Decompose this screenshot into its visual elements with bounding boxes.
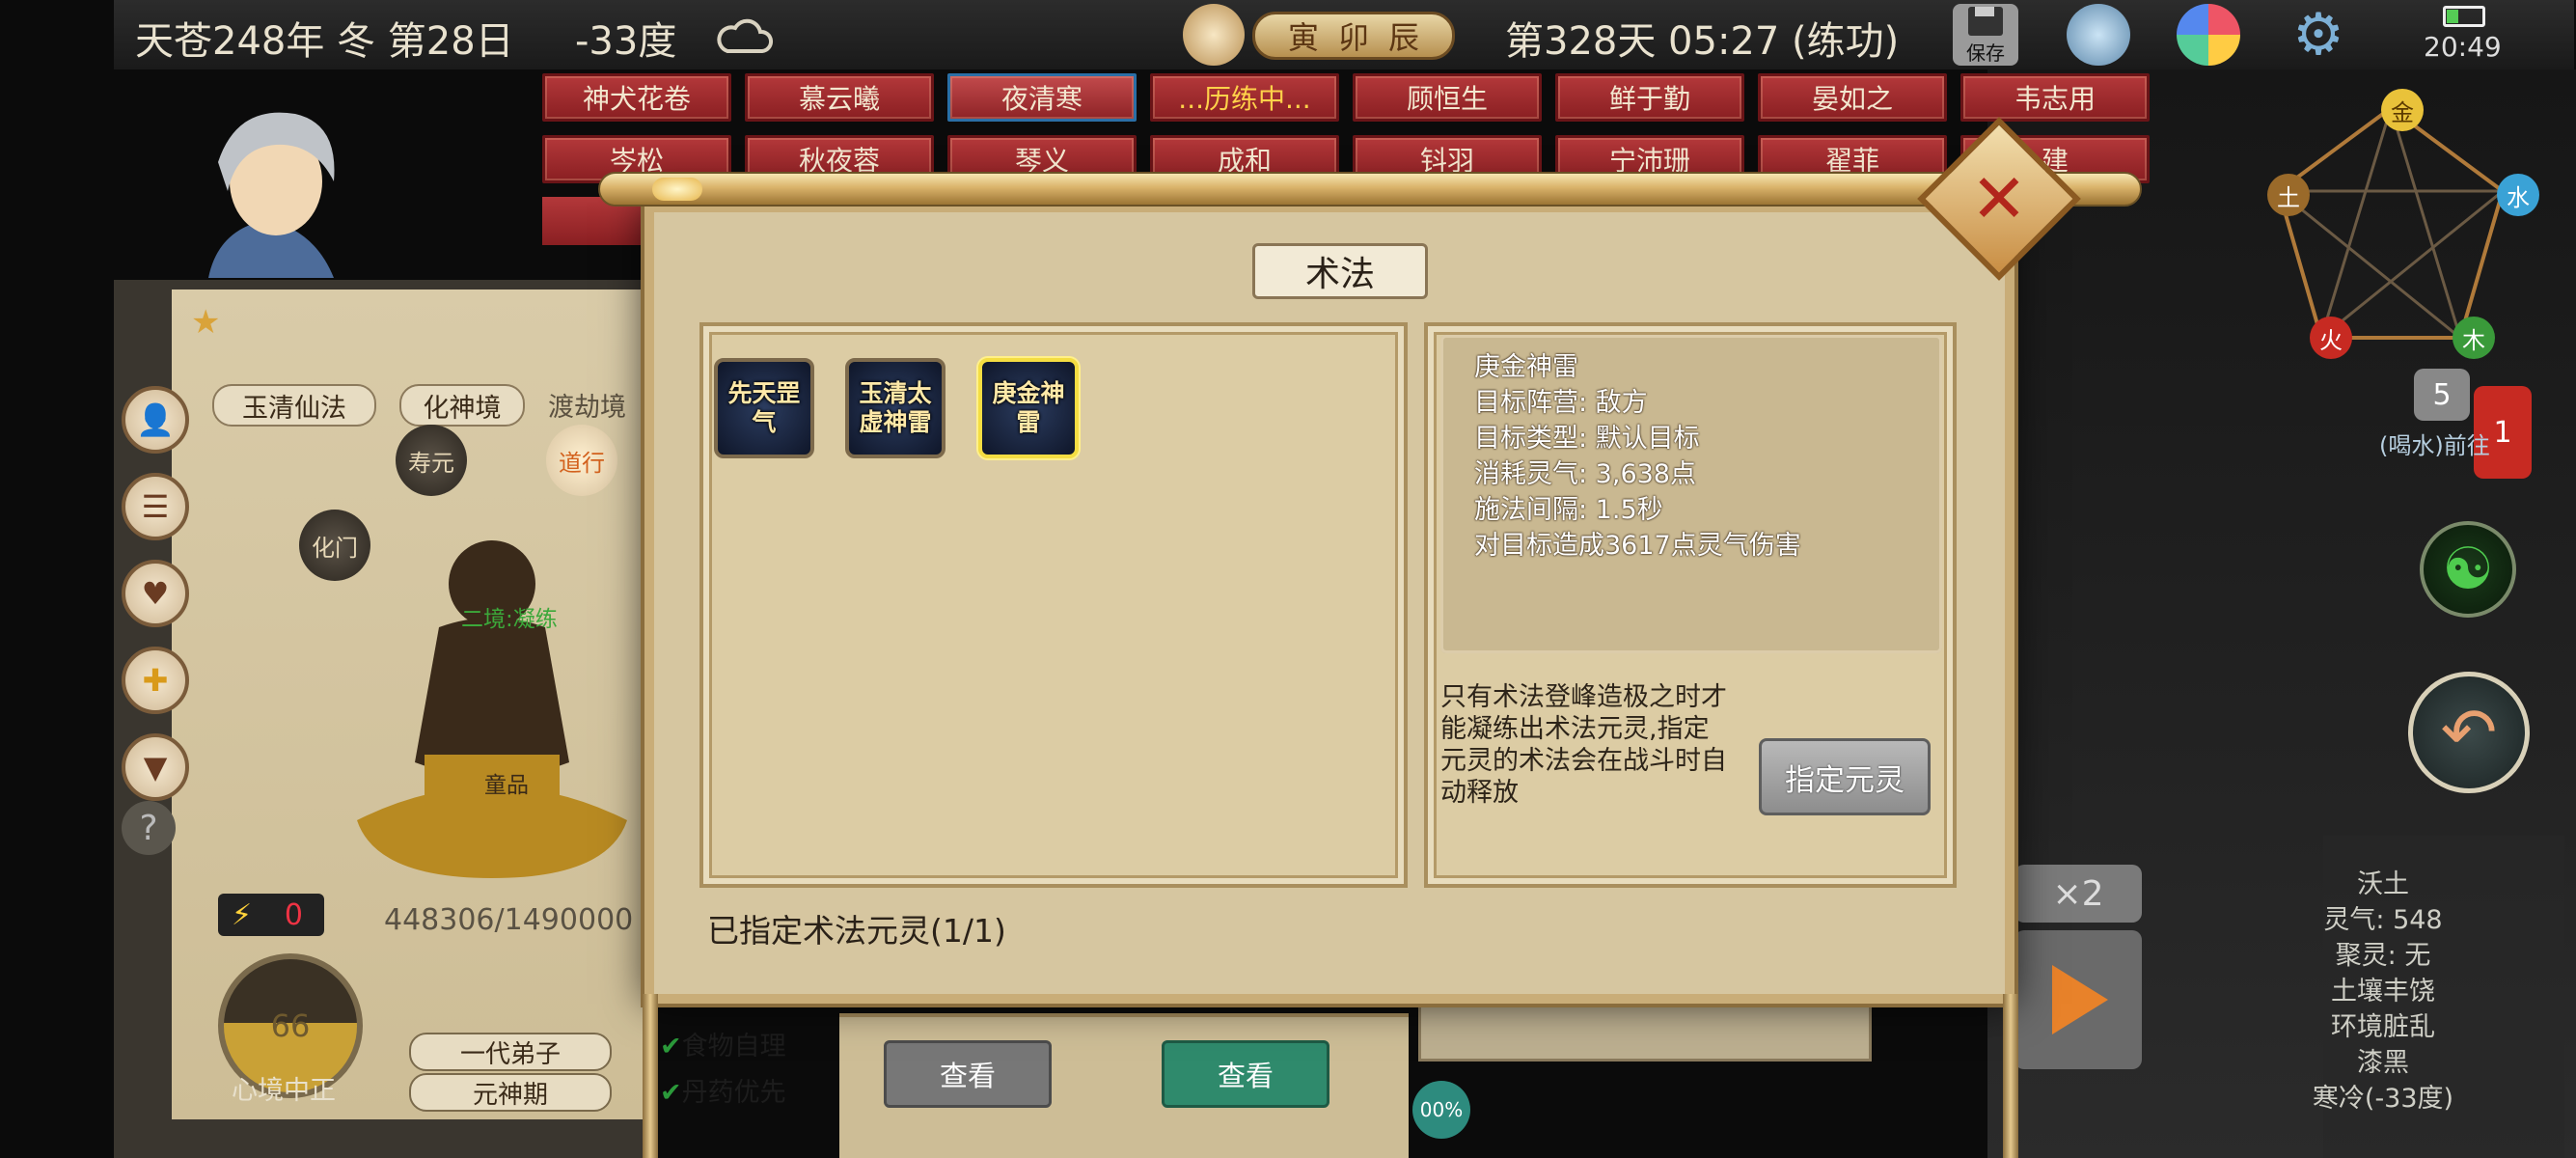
tile-info: 漆黑 bbox=[2357, 1048, 2409, 1078]
day-time: 第328天 05:27 (练功) bbox=[1505, 19, 1900, 64]
stage-label: 二境:凝练 bbox=[461, 607, 558, 632]
close-icon[interactable]: ✕ bbox=[1941, 141, 2057, 257]
skill-interval: 施法间隔: 1.5秒 bbox=[1474, 495, 1663, 525]
element-earth[interactable]: 土 bbox=[2267, 174, 2310, 216]
tile-info: 灵气: 548 bbox=[2323, 905, 2443, 935]
assign-spirit-button[interactable]: 指定元灵 bbox=[1759, 738, 1931, 815]
progress-badge: 00% bbox=[1412, 1081, 1470, 1139]
disciple-tab[interactable]: 韦志用 bbox=[1960, 73, 2150, 122]
heart-icon[interactable]: ♥ bbox=[122, 560, 189, 627]
element-fire[interactable]: 火 bbox=[2310, 317, 2352, 359]
gear-icon[interactable]: ⚙ bbox=[2287, 1, 2350, 69]
assigned-status: 已指定术法元灵(1/1) bbox=[707, 912, 1006, 950]
map-icon[interactable] bbox=[2067, 4, 2130, 66]
rank-badge: 一代弟子 bbox=[409, 1033, 612, 1071]
food-option-label: 食物自理 bbox=[681, 1032, 786, 1062]
cloud-icon bbox=[712, 12, 776, 60]
help-icon[interactable]: ? bbox=[122, 801, 176, 855]
disciple-tab[interactable]: 晏如之 bbox=[1758, 73, 1947, 122]
core-label: 童品 bbox=[484, 773, 529, 798]
tile-info: 土壤丰饶 bbox=[2331, 977, 2435, 1006]
task-text: (喝水)前往 bbox=[2379, 432, 2490, 459]
lightning-icon: ⚡ bbox=[232, 897, 253, 932]
floppy-icon bbox=[1968, 6, 2003, 36]
lightning-counter: ⚡ 0 bbox=[218, 894, 324, 936]
disciple-tab[interactable]: 慕云曦 bbox=[745, 73, 934, 122]
palette-icon[interactable] bbox=[2177, 4, 2240, 66]
mood-label: 心境中正 bbox=[232, 1076, 336, 1106]
tile-info: 聚灵: 无 bbox=[2335, 941, 2431, 971]
back-icon[interactable]: ↶ bbox=[2408, 672, 2530, 793]
disciple-tab[interactable]: 顾恒生 bbox=[1353, 73, 1542, 122]
terrain: 沃土 bbox=[2357, 869, 2409, 899]
spirit-note: 只有术法登峰造极之时才能凝练出术法元灵,指定元灵的术法会在战斗时自动释放 bbox=[1440, 682, 1727, 808]
lightning-count: 0 bbox=[284, 897, 303, 932]
skill-name: 庚金神雷 bbox=[1474, 352, 1578, 382]
play-icon bbox=[2052, 965, 2108, 1034]
pill-option-label: 丹药优先 bbox=[681, 1078, 786, 1108]
check-icon: ✔ bbox=[660, 1032, 682, 1062]
scroll-knob bbox=[652, 178, 702, 201]
play-button[interactable] bbox=[2014, 930, 2142, 1069]
disciple-tab[interactable]: 鲜于勤 bbox=[1555, 73, 1744, 122]
disciple-tabs-row1: 神犬花卷 慕云曦 夜清寒 ...历练中... 顾恒生 鲜于勤 晏如之 韦志用 bbox=[542, 73, 2150, 122]
disciple-tab[interactable]: 神犬花卷 bbox=[542, 73, 731, 122]
modal-title: 术法 bbox=[1252, 243, 1428, 299]
character-portrait[interactable] bbox=[170, 95, 401, 278]
clock: 20:49 bbox=[2424, 31, 2502, 63]
yinyang-icon[interactable]: ☯ bbox=[2420, 521, 2516, 618]
save-button[interactable]: 保存 bbox=[1953, 4, 2018, 66]
plus-icon[interactable]: ✚ bbox=[122, 647, 189, 714]
view-button-green[interactable]: 查看 bbox=[1162, 1040, 1329, 1108]
next-realm: 渡劫境 bbox=[548, 393, 626, 423]
food-option[interactable]: ✔食物自理 bbox=[660, 1025, 786, 1062]
branch-1: 寅 bbox=[1287, 19, 1319, 56]
scroll-rod bbox=[598, 172, 2142, 207]
tile-info: 寒冷(-33度) bbox=[2312, 1084, 2454, 1114]
scroll-tassel-right bbox=[2003, 994, 2018, 1158]
skill-icon[interactable]: 玉清太虚神雷 bbox=[845, 358, 945, 458]
branch-3: 辰 bbox=[1387, 19, 1419, 56]
speed-button[interactable]: ×2 bbox=[2014, 865, 2142, 923]
disciple-tab-training[interactable]: ...历练中... bbox=[1150, 73, 1339, 122]
game-screen: 天苍248年 冬 第28日 -33度 寅 卯 辰 第328天 05:27 (练功… bbox=[0, 0, 2576, 1158]
period-badge: 元神期 bbox=[409, 1073, 612, 1112]
cultivation-progress: 448306/1490000 bbox=[384, 903, 634, 937]
tile-info: 环境脏乱 bbox=[2331, 1012, 2435, 1042]
game-date: 天苍248年 冬 第28日 bbox=[135, 19, 514, 64]
lifespan-node[interactable]: 寿元 bbox=[396, 425, 467, 496]
bottom-slot bbox=[1418, 1004, 1872, 1062]
message-count[interactable]: 5 bbox=[2414, 369, 2470, 421]
sect-badge[interactable]: 玉清仙法 bbox=[212, 384, 376, 427]
branch-2: 卯 bbox=[1337, 19, 1369, 56]
element-metal[interactable]: 金 bbox=[2381, 89, 2424, 131]
meditation-silhouette bbox=[347, 540, 637, 888]
skill-effect: 对目标造成3617点灵气伤害 bbox=[1474, 531, 1801, 561]
log-icon[interactable]: ☰ bbox=[122, 473, 189, 540]
battery-icon bbox=[2443, 6, 2485, 27]
scroll-tassel-left bbox=[643, 994, 658, 1158]
skill-faction: 目标阵营: 敌方 bbox=[1474, 388, 1648, 418]
pill-option[interactable]: ✔丹药优先 bbox=[660, 1071, 786, 1109]
skill-icon-selected[interactable]: 庚金神雷 bbox=[978, 358, 1079, 458]
temperature: -33度 bbox=[575, 19, 677, 64]
dao-node[interactable]: 道行 bbox=[546, 425, 617, 496]
element-wood[interactable]: 木 bbox=[2453, 317, 2495, 359]
view-button[interactable]: 查看 bbox=[884, 1040, 1052, 1108]
disciple-tab-active[interactable]: 夜清寒 bbox=[947, 73, 1137, 122]
skill-cost: 消耗灵气: 3,638点 bbox=[1474, 459, 1696, 489]
profile-icon[interactable]: 👤 bbox=[122, 386, 189, 454]
save-label: 保存 bbox=[1966, 41, 2005, 65]
check-icon: ✔ bbox=[660, 1078, 682, 1108]
element-water[interactable]: 水 bbox=[2497, 174, 2539, 216]
star-icon[interactable]: ★ bbox=[191, 303, 220, 342]
lotus-icon[interactable] bbox=[1183, 4, 1245, 66]
bag-icon[interactable]: ▼ bbox=[122, 733, 189, 801]
branch-scroll[interactable]: 寅 卯 辰 bbox=[1252, 12, 1455, 60]
skill-target-type: 目标类型: 默认目标 bbox=[1474, 424, 1700, 454]
skill-icon[interactable]: 先天罡气 bbox=[714, 358, 814, 458]
realm-badge[interactable]: 化神境 bbox=[399, 384, 525, 427]
